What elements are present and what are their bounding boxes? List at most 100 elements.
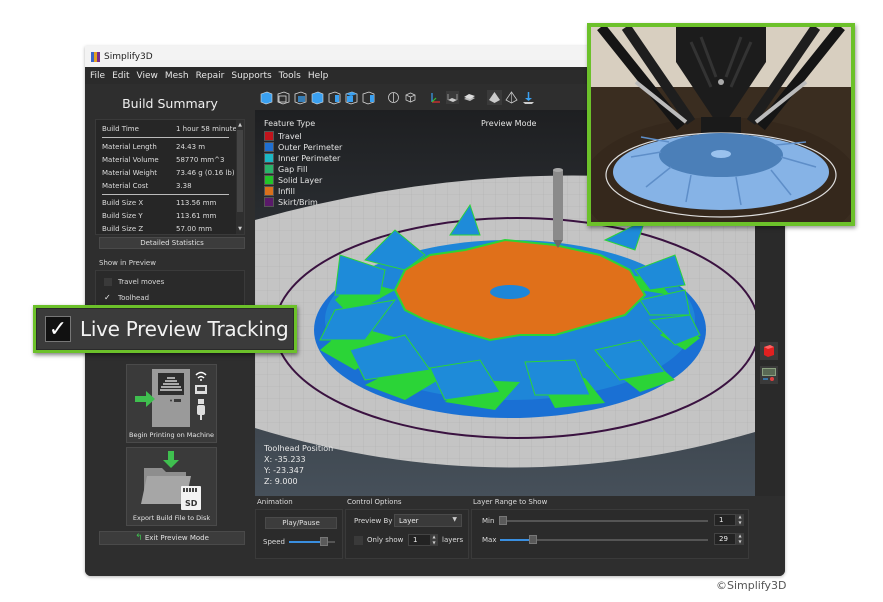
legend-item: Skirt/Brim (264, 197, 318, 207)
view-right-icon[interactable] (327, 90, 342, 105)
min-label: Min (482, 517, 495, 525)
menu-supports[interactable]: Supports (231, 71, 271, 81)
travel-moves-checkbox[interactable]: Travel moves (104, 278, 164, 286)
max-layer-input[interactable]: 29 (714, 533, 736, 545)
legend-item: Solid Layer (264, 175, 322, 185)
legend-label: Outer Perimeter (278, 142, 343, 152)
legend-swatch (264, 197, 274, 207)
exit-preview-label: Exit Preview Mode (144, 534, 209, 542)
solid-view-icon[interactable] (487, 89, 502, 105)
export-build-button[interactable]: SD Export Build File to Disk (126, 447, 217, 526)
checkbox-label: Toolhead (118, 293, 150, 302)
scroll-thumb[interactable] (237, 130, 243, 212)
only-show-checkbox[interactable] (354, 536, 363, 545)
max-slider-fill (500, 539, 534, 541)
row-value: 113.56 mm (176, 199, 217, 207)
scroll-down-icon[interactable]: ▼ (237, 226, 243, 232)
row-value: 24.43 m (176, 143, 206, 151)
legend-swatch (264, 164, 274, 174)
show-in-preview-title: Show in Preview (99, 259, 156, 267)
row-value: 113.61 mm (176, 212, 217, 220)
bed-icon[interactable] (445, 90, 460, 105)
legend-swatch (264, 175, 274, 185)
legend-title: Feature Type (264, 119, 316, 128)
view-bottom-icon[interactable] (361, 90, 376, 105)
layer-range-title: Layer Range to Show (473, 498, 548, 506)
toolhead-z: Z: 9.000 (264, 477, 298, 486)
view-center-icon[interactable] (386, 90, 401, 105)
checkmark-icon[interactable]: ✓ (104, 293, 112, 302)
min-slider-track[interactable] (500, 520, 708, 522)
play-pause-button[interactable]: Play/Pause (265, 517, 337, 529)
view-fit-icon[interactable] (403, 90, 418, 105)
printer-photo-inset (587, 23, 855, 226)
view-front-icon[interactable] (276, 90, 291, 105)
detailed-statistics-button[interactable]: Detailed Statistics (99, 237, 245, 249)
toolhead-position-title: Toolhead Position (264, 444, 334, 453)
view-top-icon[interactable] (344, 90, 359, 105)
center-hole (490, 285, 530, 299)
preview-by-label: Preview By (354, 517, 393, 525)
row-value: 1 hour 58 minutes (176, 125, 241, 133)
menu-view[interactable]: View (137, 71, 158, 81)
divider (102, 137, 229, 138)
menu-tools[interactable]: Tools (279, 71, 301, 81)
speed-slider-thumb[interactable] (319, 537, 328, 546)
max-layer-spinner[interactable]: ▲ ▼ (736, 533, 744, 545)
machine-control-icon[interactable] (760, 342, 778, 360)
layer-view-icon[interactable] (462, 90, 477, 105)
view-back-icon[interactable] (293, 90, 308, 105)
axes-icon[interactable] (428, 90, 443, 105)
view-left-icon[interactable] (310, 90, 325, 105)
row-label: Build Size Y (102, 212, 143, 220)
live-preview-tracking-callout[interactable]: ✓ Live Preview Tracking (33, 305, 297, 353)
row-label: Material Volume (102, 156, 159, 164)
legend-label: Infill (278, 186, 295, 196)
sd-label: SD (185, 499, 198, 508)
checkbox-label: Travel moves (118, 278, 165, 286)
divider (102, 194, 229, 195)
toolhead-y: Y: -23.347 (264, 466, 304, 475)
simplify3d-logo-icon (91, 51, 100, 62)
row-value: 3.38 (176, 182, 192, 190)
min-layer-input[interactable]: 1 (714, 514, 736, 526)
min-layer-spinner[interactable]: ▲ ▼ (736, 514, 744, 526)
preview-by-dropdown[interactable]: Layer ▼ (394, 514, 462, 527)
layer-range-group: Min 1 ▲ ▼ Max 29 ▲ ▼ (471, 509, 749, 559)
only-show-spinner[interactable]: ▲ ▼ (430, 534, 438, 546)
window-title: Simplify3D (104, 51, 153, 62)
wireframe-view-icon[interactable] (504, 90, 519, 105)
legend-item: Outer Perimeter (264, 142, 342, 152)
animation-group: Play/Pause Speed (255, 509, 343, 559)
exit-preview-button[interactable]: ↰ Exit Preview Mode (99, 531, 245, 545)
row-label: Build Time (102, 125, 139, 133)
min-slider-thumb[interactable] (499, 516, 507, 525)
legend-item: Inner Perimeter (264, 153, 340, 163)
live-preview-tracking-checkbox[interactable]: ✓ (45, 316, 71, 342)
max-slider-thumb[interactable] (529, 535, 538, 544)
row-value: 73.46 g (0.16 lb) (176, 169, 235, 177)
chevron-down-icon: ▼ (452, 516, 457, 523)
legend-swatch (264, 153, 274, 163)
drop-to-bed-icon[interactable] (521, 90, 536, 105)
gcode-terminal-icon[interactable] (760, 366, 778, 384)
only-show-layers-input[interactable]: 1 (408, 534, 432, 546)
control-options-group: Preview By Layer ▼ Only show 1 ▲ ▼ layers (345, 509, 469, 559)
build-summary-scrollbar[interactable]: ▲ ▼ (236, 120, 244, 234)
menu-mesh[interactable]: Mesh (165, 71, 189, 81)
build-summary-box: Build Time 1 hour 58 minutes Material Len… (95, 119, 245, 235)
row-label: Build Size X (102, 199, 144, 207)
row-label: Material Cost (102, 182, 149, 190)
toolhead-checkbox[interactable]: ✓ Toolhead (104, 293, 149, 302)
menu-file[interactable]: File (90, 71, 105, 81)
checkbox-unchecked[interactable] (104, 278, 112, 286)
stage: Simplify3D File Edit View Mesh Repair Su… (0, 0, 883, 602)
view-iso-icon[interactable] (259, 90, 274, 105)
scroll-up-icon[interactable]: ▲ (237, 122, 243, 128)
begin-printing-button[interactable]: Begin Printing on Machine (126, 364, 217, 443)
max-label: Max (482, 536, 497, 544)
menu-help[interactable]: Help (308, 71, 329, 81)
export-build-label: Export Build File to Disk (132, 514, 211, 522)
menu-edit[interactable]: Edit (112, 71, 129, 81)
menu-repair[interactable]: Repair (196, 71, 225, 81)
